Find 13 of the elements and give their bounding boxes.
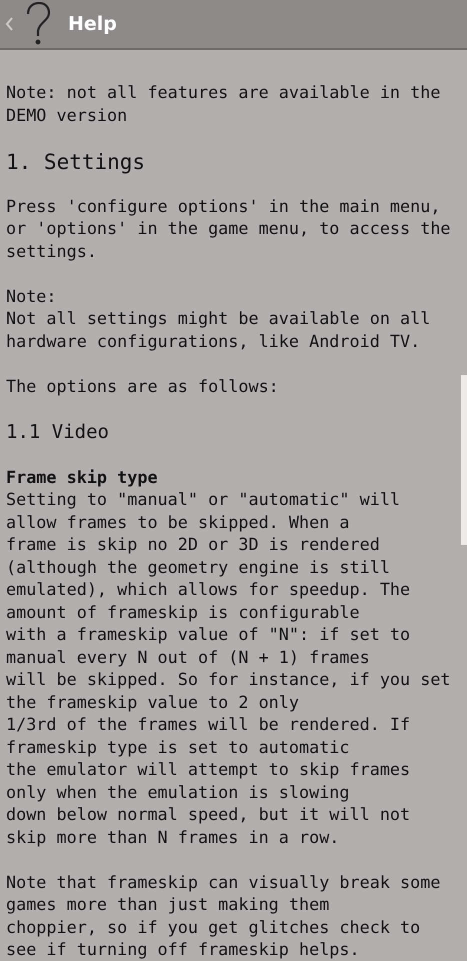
paragraph: Press 'configure options' in the main menu, or 'options' in the game menu, to access the settings. <box>6 194 452 262</box>
paragraph: Note: Not all settings might be available on all hardware configurations, like Android TV. <box>6 284 432 352</box>
paragraph: Setting to "manual" or "automatic" will allow frames to be skipped. When a frame is skip no 2D or 3D is rendered (although the geometry engine is still emulated), which allows for speedup. The amount of frameskip is configurable with a frameskip value of "N": if set to manual every N out of (N + 1) frames will be skipped. So for instance, if you set the frameskip value to 2 only 1/3rd of the frames will be rendered. If frameskip type is set to automatic the emulator will attempt to skip frames only when the emulation is slowing down below normal speed, but it will not skip more than N frames in a row. <box>6 488 452 848</box>
section-heading: 1. Settings <box>6 148 146 174</box>
paragraph: Note: not all features are available in the DEMO version <box>6 81 442 126</box>
paragraph: The options are as follows: <box>6 374 280 397</box>
paragraph: Note that frameskip can visually break some games more than just making them choppier, so if you get glitches check to see if turning off frameskip helps. <box>6 870 442 959</box>
back-icon[interactable] <box>5 17 13 31</box>
screen-title: Help <box>68 13 117 35</box>
question-mark-icon <box>25 2 51 46</box>
term-heading: Frame skip type <box>6 466 159 488</box>
subsection-heading: 1.1 Video <box>6 420 110 444</box>
scrollbar[interactable] <box>461 375 467 545</box>
